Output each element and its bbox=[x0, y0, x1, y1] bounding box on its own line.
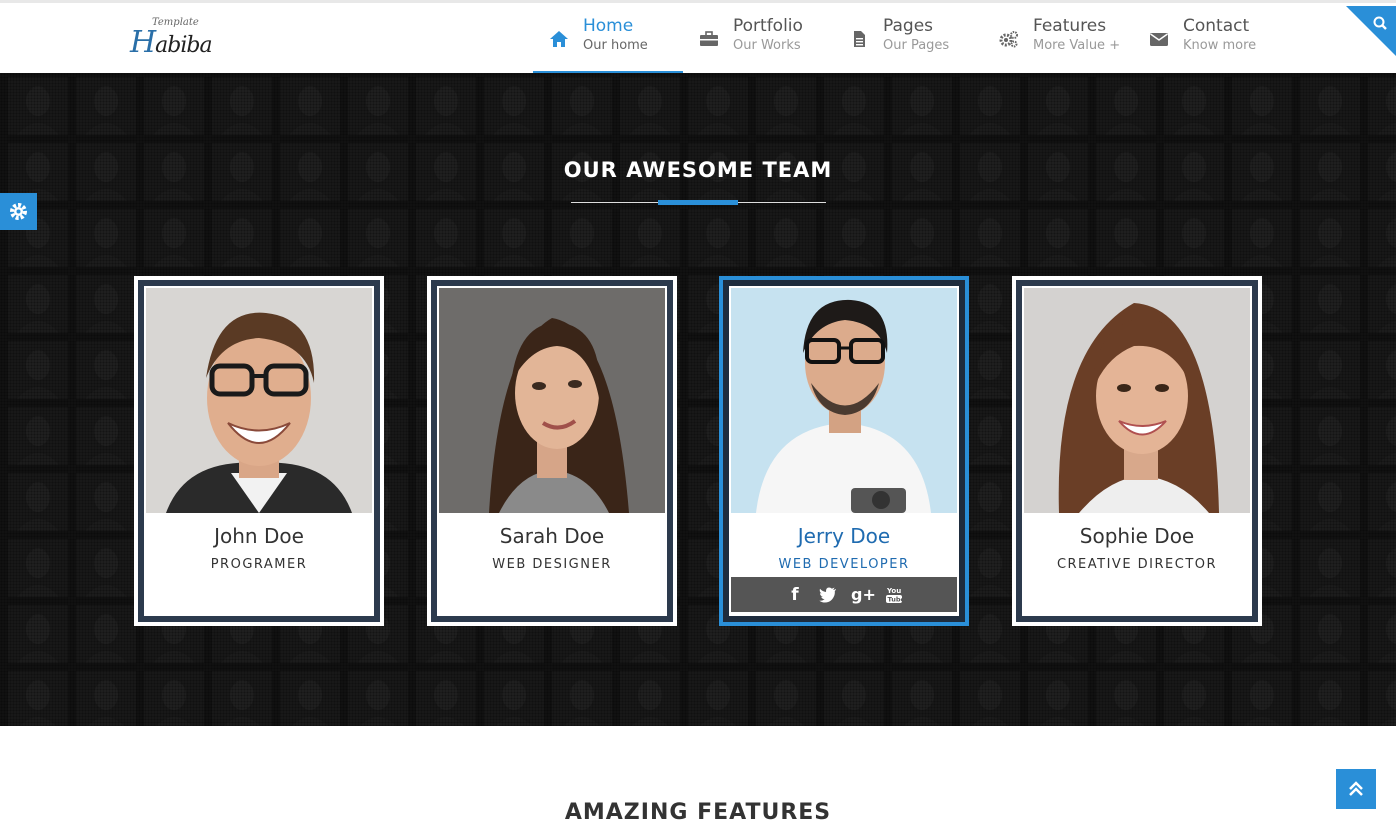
svg-text:You: You bbox=[886, 587, 901, 595]
nav-subtitle: Know more bbox=[1183, 38, 1257, 53]
member-role: WEB DEVELOPER bbox=[778, 557, 910, 572]
search-button[interactable] bbox=[1346, 6, 1396, 56]
google-plus-icon[interactable]: g+ bbox=[851, 585, 876, 604]
team-card-sophie[interactable]: Sophie Doe CREATIVE DIRECTOR bbox=[1012, 276, 1262, 626]
youtube-icon[interactable]: YouTube bbox=[885, 586, 903, 604]
nav-subtitle: More Value + bbox=[1033, 38, 1121, 53]
features-title: AMAZING FEATURES bbox=[564, 800, 832, 825]
team-card-sarah[interactable]: Sarah Doe WEB DESIGNER bbox=[427, 276, 677, 626]
member-photo bbox=[439, 288, 665, 513]
logo-text: Habiba bbox=[130, 25, 213, 60]
nav-title: Home bbox=[583, 16, 634, 36]
twitter-icon[interactable] bbox=[819, 587, 837, 603]
member-name: Sarah Doe bbox=[499, 524, 605, 548]
nav-subtitle: Our home bbox=[583, 38, 648, 53]
envelope-icon bbox=[1150, 33, 1168, 46]
nav-item-features[interactable]: Features More Value + bbox=[983, 3, 1133, 73]
member-photo bbox=[731, 288, 957, 513]
nav-title: Features bbox=[1033, 16, 1107, 36]
main-nav: Home Our home Portfolio Our Works Pages … bbox=[533, 3, 1283, 74]
member-role: CREATIVE DIRECTOR bbox=[1056, 557, 1218, 572]
facebook-icon[interactable]: f bbox=[785, 585, 805, 605]
nav-subtitle: Our Works bbox=[733, 38, 801, 53]
home-icon bbox=[550, 31, 568, 47]
member-role: PROGRAMER bbox=[210, 557, 308, 572]
site-logo[interactable]: Template Habiba bbox=[128, 13, 248, 63]
nav-item-home[interactable]: Home Our home bbox=[533, 3, 683, 74]
nav-item-portfolio[interactable]: Portfolio Our Works bbox=[683, 3, 833, 73]
briefcase-icon bbox=[700, 31, 718, 46]
nav-title: Portfolio bbox=[733, 16, 803, 36]
member-name: John Doe bbox=[214, 524, 304, 548]
nav-title: Contact bbox=[1183, 16, 1250, 36]
team-card-jerry[interactable]: Jerry Doe WEB DEVELOPER f g+ You Tube bbox=[719, 276, 969, 626]
member-photo bbox=[146, 288, 372, 513]
member-role: WEB DESIGNER bbox=[492, 557, 612, 572]
site-header: Template Habiba Home Our home Portfolio … bbox=[0, 3, 1396, 74]
nav-item-contact[interactable]: Contact Know more bbox=[1133, 3, 1283, 73]
scroll-to-top-button[interactable] bbox=[1336, 769, 1376, 809]
settings-panel-toggle[interactable] bbox=[0, 193, 37, 230]
team-section: OUR AWESOME TEAM John Doe PROGRAMER Sara… bbox=[0, 73, 1396, 726]
member-name: Sophie Doe bbox=[1079, 524, 1195, 548]
gears-icon bbox=[999, 31, 1018, 48]
file-icon bbox=[854, 31, 865, 47]
nav-title: Pages bbox=[883, 16, 934, 36]
nav-subtitle: Our Pages bbox=[883, 38, 950, 53]
svg-text:Tube: Tube bbox=[888, 595, 904, 603]
gear-icon bbox=[10, 203, 27, 220]
social-links: f g+ You Tube bbox=[731, 577, 957, 612]
double-chevron-up-icon bbox=[1349, 781, 1363, 796]
title-divider-accent bbox=[658, 200, 738, 205]
member-name: Jerry Doe bbox=[797, 524, 891, 548]
team-title: OUR AWESOME TEAM bbox=[563, 158, 833, 182]
team-card-john[interactable]: John Doe PROGRAMER bbox=[134, 276, 384, 626]
member-photo bbox=[1024, 288, 1250, 513]
nav-item-pages[interactable]: Pages Our Pages bbox=[833, 3, 983, 73]
